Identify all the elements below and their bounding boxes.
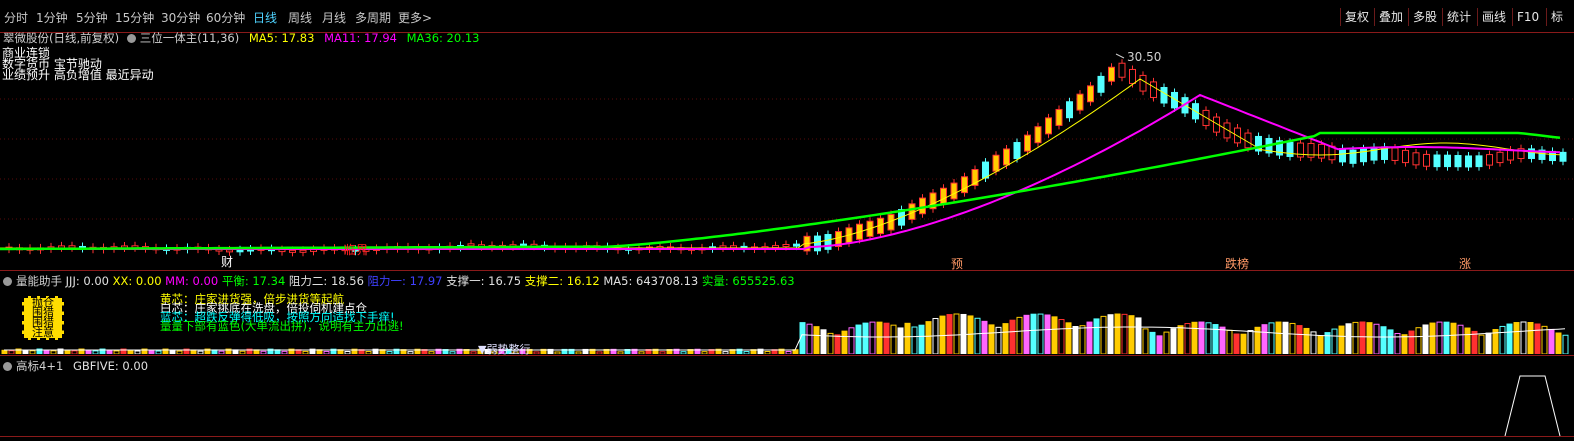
volume-indicator-name[interactable]: 量能助手 — [16, 274, 62, 288]
volume-stat: MA5: 643708.13 — [599, 274, 699, 288]
volume-stat: 实量: 655525.63 — [698, 274, 795, 288]
volume-stat: 平衡: 17.34 — [218, 274, 286, 288]
volume-stat: XX: 0.00 — [108, 274, 162, 288]
ma5-value: MA5: 17.83 — [248, 31, 315, 45]
marker-zhang: 涨 — [1459, 256, 1471, 270]
volume-stat: 阻力一: 17.97 — [363, 274, 443, 288]
restore-rights-button[interactable]: 复权 — [1340, 8, 1373, 26]
panel-divider — [0, 270, 1574, 271]
tab-5min[interactable]: 5分钟 — [76, 9, 108, 26]
mark-button[interactable]: 标 — [1546, 8, 1567, 26]
volume-stat: JJJ: 0.00 — [65, 274, 109, 288]
price-grid — [0, 98, 1574, 220]
high-price-annotation: 30.50 — [1115, 50, 1161, 64]
volume-info-line: 量能助手 JJJ: 0.00 XX: 0.00 MM: 0.00 平衡: 17.… — [3, 273, 795, 289]
f10-button[interactable]: F10 — [1512, 8, 1543, 26]
signal-plateau-line — [1504, 375, 1561, 436]
volume-toggle-icon[interactable] — [3, 277, 12, 286]
volume-stats: JJJ: 0.00 XX: 0.00 MM: 0.00 平衡: 17.34 阻力… — [66, 274, 795, 288]
ma11-line — [0, 93, 1561, 250]
indicator-name[interactable]: 三位一体主(11,36) — [140, 31, 239, 45]
statistics-button[interactable]: 统计 — [1442, 8, 1475, 26]
stock-title: 翠微股份(日线,前复权) — [3, 31, 120, 45]
tab-multi[interactable]: 多周期 — [355, 9, 391, 26]
ma36-value: MA36: 20.13 — [406, 31, 480, 45]
volume-stat: 阻力二: 18.56 — [285, 274, 364, 288]
tab-monthly[interactable]: 月线 — [322, 9, 346, 26]
ma11-value: MA11: 17.94 — [324, 31, 397, 45]
tab-more[interactable]: 更多> — [398, 9, 432, 26]
marker-cai: 财 — [221, 255, 233, 269]
tab-60min[interactable]: 60分钟 — [206, 9, 245, 26]
panel-divider — [0, 355, 1574, 356]
draw-line-button[interactable]: 画线 — [1477, 8, 1510, 26]
price-chart[interactable]: 30.50 财 临界 预 跌榜 涨 — [0, 44, 1574, 270]
panel-divider — [0, 436, 1574, 437]
tab-daily[interactable]: 日线 — [253, 9, 277, 26]
ma36-line — [0, 131, 1561, 251]
high-price-label: 30.50 — [1127, 50, 1161, 64]
tab-15min[interactable]: 15分钟 — [115, 9, 154, 26]
tab-1min[interactable]: 1分钟 — [36, 9, 68, 26]
bottom-chart[interactable] — [0, 370, 1574, 436]
legend-line: 量量下部有蓝色(大单流出拼)，说明有主力出逃! — [160, 319, 404, 333]
volume-legend-text: 黄芯：庄家进货强，倍步进货等起航 白芯：庄家挑底在洗盘，倍投伺机建点仓 蓝芯：超… — [160, 293, 404, 333]
overlay-button[interactable]: 叠加 — [1374, 8, 1407, 26]
tab-fenshi[interactable]: 分时 — [4, 9, 28, 26]
marker-diebang: 跌榜 — [1225, 256, 1249, 270]
period-toolbar: 分时 1分钟 5分钟 15分钟 30分钟 60分钟 日线 周线 月线 多周期 更… — [0, 0, 1574, 33]
volume-stat: 支撑二: 16.12 — [521, 274, 600, 288]
multi-stock-button[interactable]: 多股 — [1408, 8, 1441, 26]
marker-yu: 预 — [951, 257, 963, 270]
volume-stat: 支撑一: 16.75 — [442, 274, 522, 288]
tab-30min[interactable]: 30分钟 — [161, 9, 200, 26]
indicator-toggle-icon[interactable] — [126, 34, 136, 43]
ma5-line — [0, 78, 1561, 249]
tab-weekly[interactable]: 周线 — [288, 9, 312, 26]
volume-stat: MM: 0.00 — [161, 274, 219, 288]
marker-linjie: 临界 — [344, 243, 368, 257]
chevron-right-icon: > — [422, 11, 433, 25]
